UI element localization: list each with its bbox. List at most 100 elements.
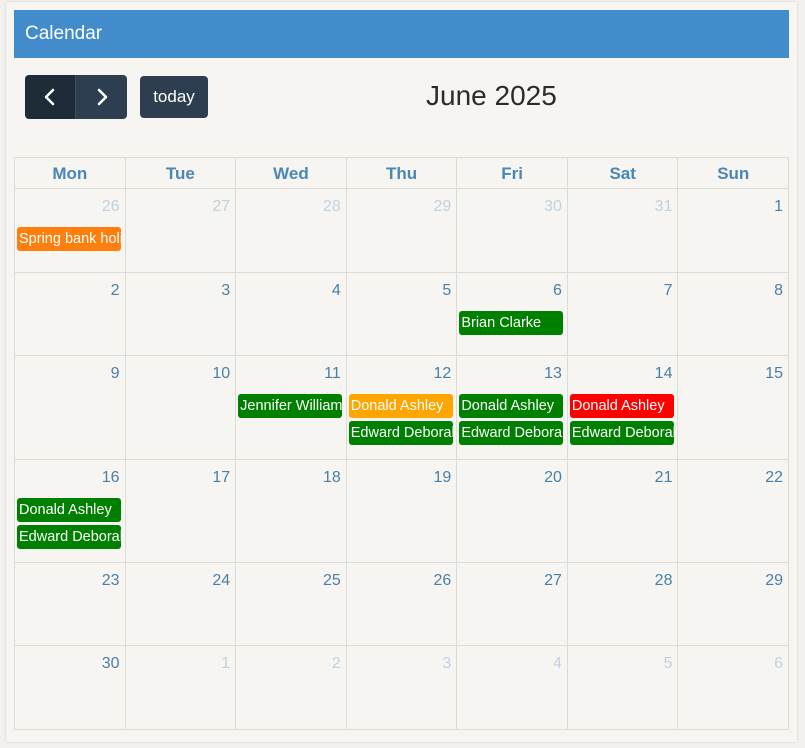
day-cell[interactable]: 6 Brian Clarke	[457, 273, 568, 356]
day-cell[interactable]: 31	[567, 189, 679, 273]
day-cell[interactable]: 3	[346, 646, 458, 730]
day-cell[interactable]: 30	[15, 646, 126, 730]
day-cell[interactable]: 6	[678, 646, 790, 730]
day-cell[interactable]: 14 Donald Ashley Edward Deborah	[567, 356, 679, 460]
day-number[interactable]: 29	[434, 198, 452, 216]
day-number[interactable]: 5	[664, 655, 673, 673]
day-number[interactable]: 18	[323, 469, 341, 487]
day-number[interactable]: 3	[442, 655, 451, 673]
day-cell[interactable]: 28	[567, 563, 679, 646]
day-cell[interactable]: 28	[236, 189, 347, 273]
day-cell[interactable]: 22	[678, 460, 790, 563]
calendar-event[interactable]: Donald Ashley	[569, 394, 674, 418]
day-cell[interactable]: 11 Jennifer Williams	[236, 356, 347, 460]
day-number[interactable]: 19	[434, 469, 452, 487]
day-number[interactable]: 31	[655, 198, 673, 216]
day-cell[interactable]: 27	[457, 563, 568, 646]
day-number[interactable]: 24	[212, 572, 230, 590]
day-number[interactable]: 7	[664, 282, 673, 300]
day-number[interactable]: 26	[434, 572, 452, 590]
day-number[interactable]: 20	[544, 469, 562, 487]
day-cell[interactable]: 23	[15, 563, 126, 646]
day-number[interactable]: 17	[212, 469, 230, 487]
day-cell[interactable]: 29	[346, 189, 458, 273]
day-cell[interactable]: 2	[15, 273, 126, 356]
day-cell[interactable]: 8	[678, 273, 790, 356]
calendar-event[interactable]: Donald Ashley	[17, 498, 121, 522]
day-cell[interactable]: 3	[125, 273, 237, 356]
day-cell[interactable]: 30	[457, 189, 568, 273]
day-number[interactable]: 4	[553, 655, 562, 673]
day-cell[interactable]: 21	[567, 460, 679, 563]
day-number[interactable]: 12	[434, 365, 452, 383]
day-cell[interactable]: 13 Donald Ashley Edward Deborah	[457, 356, 568, 460]
day-cell[interactable]: 7	[567, 273, 679, 356]
today-button[interactable]: today	[140, 76, 208, 118]
day-cell[interactable]: 27	[125, 189, 237, 273]
calendar-event[interactable]: Brian Clarke	[459, 311, 564, 335]
day-cell[interactable]: 25	[236, 563, 347, 646]
day-number[interactable]: 23	[102, 572, 120, 590]
day-number[interactable]: 6	[553, 282, 562, 300]
calendar-event[interactable]: Edward Deborah	[459, 421, 564, 445]
day-cell[interactable]: 5	[346, 273, 458, 356]
chevron-left-icon	[44, 88, 55, 106]
day-number[interactable]: 2	[332, 655, 341, 673]
day-number[interactable]: 1	[221, 655, 230, 673]
day-number[interactable]: 26	[102, 198, 120, 216]
day-number[interactable]: 9	[111, 365, 120, 383]
day-cell[interactable]: 19	[346, 460, 458, 563]
prev-month-button[interactable]	[25, 75, 76, 119]
day-number[interactable]: 27	[212, 198, 230, 216]
day-number[interactable]: 28	[323, 198, 341, 216]
day-number[interactable]: 1	[774, 198, 783, 216]
day-number[interactable]: 4	[332, 282, 341, 300]
day-cell[interactable]: 9	[15, 356, 126, 460]
day-number[interactable]: 2	[111, 282, 120, 300]
day-number[interactable]: 5	[442, 282, 451, 300]
day-number[interactable]: 21	[655, 469, 673, 487]
day-number[interactable]: 16	[102, 469, 120, 487]
day-number[interactable]: 29	[765, 572, 783, 590]
day-number[interactable]: 6	[774, 655, 783, 673]
day-cell[interactable]: 24	[125, 563, 237, 646]
day-cell[interactable]: 1	[678, 189, 790, 273]
day-number[interactable]: 10	[212, 365, 230, 383]
calendar-event[interactable]: Spring bank holiday	[17, 227, 121, 251]
day-cell[interactable]: 12 Donald Ashley Edward Deborah	[346, 356, 458, 460]
calendar-event[interactable]: Edward Deborah	[348, 421, 453, 445]
day-number[interactable]: 11	[324, 365, 341, 383]
day-cell[interactable]: 15	[678, 356, 790, 460]
day-cell[interactable]: 20	[457, 460, 568, 563]
next-month-button[interactable]	[76, 75, 127, 119]
day-cell[interactable]: 16 Donald Ashley Edward Deborah	[15, 460, 126, 563]
calendar-event[interactable]: Edward Deborah	[569, 421, 674, 445]
calendar-event[interactable]: Edward Deborah	[17, 525, 121, 549]
day-cell[interactable]: 2	[236, 646, 347, 730]
day-number[interactable]: 13	[544, 365, 562, 383]
day-cell[interactable]: 4	[457, 646, 568, 730]
day-number[interactable]: 14	[655, 365, 673, 383]
day-cell[interactable]: 10	[125, 356, 237, 460]
calendar-event[interactable]: Jennifer Williams	[238, 394, 343, 418]
day-number[interactable]: 30	[102, 655, 120, 673]
day-cell[interactable]: 26 Spring bank holiday	[15, 189, 126, 273]
day-number[interactable]: 8	[774, 282, 783, 300]
calendar-event[interactable]: Donald Ashley	[459, 394, 564, 418]
week-row: 16 Donald Ashley Edward Deborah 17 18 19 20 21 2…	[15, 460, 790, 563]
day-number[interactable]: 28	[655, 572, 673, 590]
day-number[interactable]: 27	[544, 572, 562, 590]
day-cell[interactable]: 17	[125, 460, 237, 563]
day-number[interactable]: 3	[221, 282, 230, 300]
day-cell[interactable]: 4	[236, 273, 347, 356]
day-cell[interactable]: 29	[678, 563, 790, 646]
day-number[interactable]: 25	[323, 572, 341, 590]
day-cell[interactable]: 5	[567, 646, 679, 730]
day-number[interactable]: 22	[765, 469, 783, 487]
day-cell[interactable]: 26	[346, 563, 458, 646]
day-number[interactable]: 30	[544, 198, 562, 216]
day-cell[interactable]: 1	[125, 646, 237, 730]
day-number[interactable]: 15	[765, 365, 783, 383]
calendar-event[interactable]: Donald Ashley	[348, 394, 453, 418]
day-cell[interactable]: 18	[236, 460, 347, 563]
